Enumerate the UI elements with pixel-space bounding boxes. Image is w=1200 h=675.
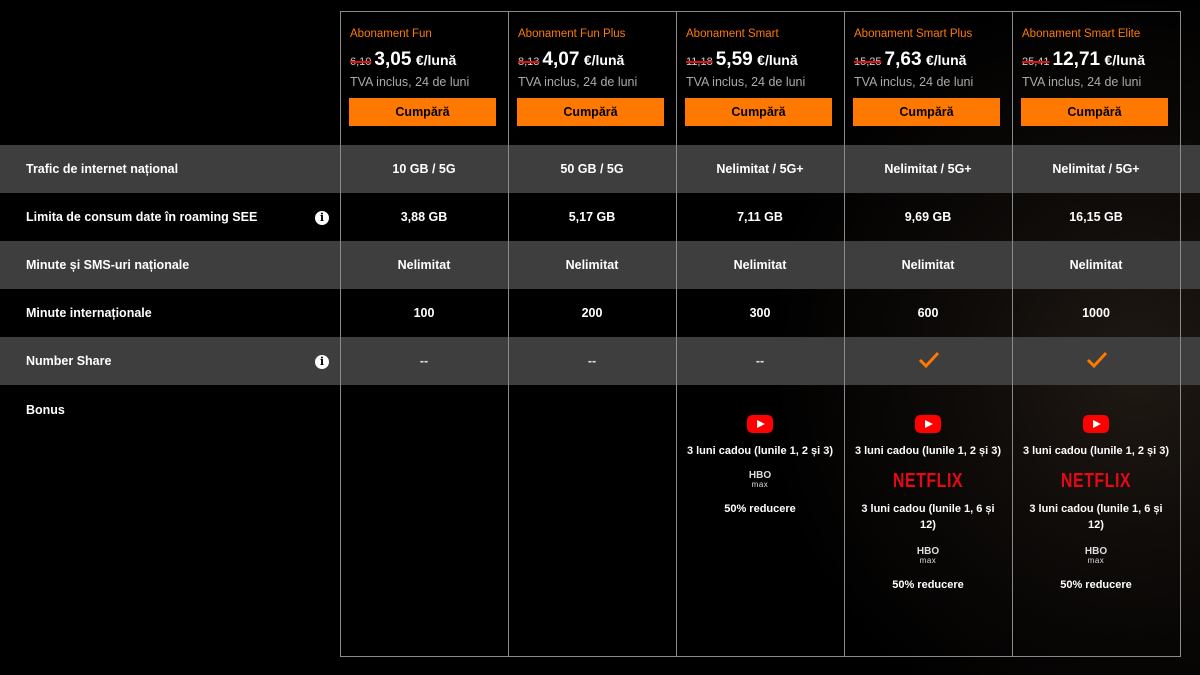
old-price: 15,25 <box>854 56 882 68</box>
table-cell: 100 <box>413 306 435 320</box>
plan-header: Abonament Smart Plus 15,25 7,63 €/lună TV… <box>844 11 1012 145</box>
old-price: 8,13 <box>518 56 540 68</box>
price-unit: €/lună <box>757 52 798 68</box>
bonus-cell-smart: 3 luni cadou (lunile 1, 2 și 3) HBO max 5… <box>676 415 844 517</box>
price: 15,25 7,63 €/lună <box>854 49 966 71</box>
youtube-icon <box>915 415 941 433</box>
youtube-bonus-text: 3 luni cadou (lunile 1, 2 și 3) <box>686 445 834 457</box>
netflix-logo: NETFLIX <box>1012 470 1180 493</box>
plan-name: Abonament Fun <box>350 28 432 40</box>
hbo-logo-sub: max <box>919 556 937 565</box>
netflix-logo-text: NETFLIX <box>892 470 964 492</box>
buy-button[interactable]: Cumpără <box>853 98 1000 126</box>
price-unit: €/lună <box>925 52 967 68</box>
price: 25,41 12,71 €/lună <box>1022 49 1145 71</box>
hbo-max-logo: HBO max <box>676 471 844 492</box>
hbo-max-logo: HBO max <box>844 547 1012 568</box>
youtube-bonus-text: 3 luni cadou (lunile 1, 2 și 3) <box>854 445 1002 457</box>
check-icon <box>1086 351 1108 369</box>
current-price: 3,05 <box>374 49 412 70</box>
table-cell: 9,69 GB <box>904 210 952 224</box>
plan-name: Abonament Smart Plus <box>854 28 973 40</box>
youtube-icon <box>747 415 773 433</box>
price: 11,18 5,59 €/lună <box>686 49 798 71</box>
table-cell: 1000 <box>1082 306 1110 320</box>
current-price: 12,71 <box>1052 49 1101 70</box>
table-cell: Nelimitat / 5G+ <box>884 162 972 176</box>
hbo-bonus-text: 50% reducere <box>892 579 964 591</box>
plan-header: Abonament Smart 11,18 5,59 €/lună TVA inc… <box>676 11 844 145</box>
table-cell: 50 GB / 5G <box>560 162 624 176</box>
price: 8,13 4,07 €/lună <box>518 49 624 71</box>
table-cell: Nelimitat <box>565 258 619 272</box>
netflix-bonus-text: 3 luni cadou (lunile 1, 6 și 12) <box>1029 503 1163 531</box>
hbo-bonus-text: 50% reducere <box>724 503 796 515</box>
plan-name: Abonament Smart <box>686 28 779 40</box>
youtube-bonus-text: 3 luni cadou (lunile 1, 2 și 3) <box>1022 445 1170 457</box>
current-price: 7,63 <box>884 49 922 70</box>
buy-button[interactable]: Cumpără <box>685 98 832 126</box>
table-cell: Nelimitat <box>397 258 451 272</box>
price: 6,10 3,05 €/lună <box>350 49 456 71</box>
table-cell: Nelimitat <box>1069 258 1123 272</box>
bonus-cell-smart-elite: 3 luni cadou (lunile 1, 2 și 3) NETFLIX … <box>1012 415 1180 593</box>
tva-note: TVA inclus, 24 de luni <box>686 75 806 89</box>
old-price: 25,41 <box>1022 56 1050 68</box>
row-values: -- -- -- <box>0 337 1200 385</box>
row-values: 10 GB / 5G 50 GB / 5G Nelimitat / 5G+ Ne… <box>0 145 1200 193</box>
table-cell: 200 <box>581 306 603 320</box>
tva-note: TVA inclus, 24 de luni <box>518 75 638 89</box>
check-icon <box>918 351 940 369</box>
table-cell: -- <box>755 354 765 368</box>
tva-note: TVA inclus, 24 de luni <box>1022 75 1142 89</box>
current-price: 5,59 <box>715 49 753 70</box>
table-cell: Nelimitat / 5G+ <box>716 162 804 176</box>
buy-button[interactable]: Cumpără <box>349 98 496 126</box>
hbo-logo-sub: max <box>751 480 769 489</box>
buy-button[interactable]: Cumpără <box>1021 98 1168 126</box>
old-price: 6,10 <box>350 56 372 68</box>
bonus-cell-smart-plus: 3 luni cadou (lunile 1, 2 și 3) NETFLIX … <box>844 415 1012 593</box>
price-unit: €/lună <box>583 52 625 68</box>
hbo-bonus-text: 50% reducere <box>1060 579 1132 591</box>
table-cell: 3,88 GB <box>400 210 448 224</box>
hbo-max-logo: HBO max <box>1012 547 1180 568</box>
netflix-logo-text: NETFLIX <box>1060 470 1132 492</box>
price-unit: €/lună <box>1104 52 1145 68</box>
tva-note: TVA inclus, 24 de luni <box>854 75 974 89</box>
plan-name: Abonament Smart Elite <box>1022 28 1141 40</box>
plan-header: Abonament Fun Plus 8,13 4,07 €/lună TVA i… <box>508 11 676 145</box>
table-cell: 16,15 GB <box>1069 210 1123 224</box>
netflix-logo: NETFLIX <box>844 470 1012 493</box>
plan-header: Abonament Fun 6,10 3,05 €/lună TVA inclus… <box>340 11 508 145</box>
tva-note: TVA inclus, 24 de luni <box>350 75 470 89</box>
table-cell: -- <box>419 354 429 368</box>
price-unit: €/lună <box>415 52 457 68</box>
table-cell: 10 GB / 5G <box>392 162 456 176</box>
youtube-icon <box>1083 415 1109 433</box>
table-cell: Nelimitat <box>901 258 955 272</box>
table-cell: Nelimitat <box>733 258 787 272</box>
table-cell: -- <box>587 354 597 368</box>
row-values: 3,88 GB 5,17 GB 7,11 GB 9,69 GB 16,15 GB <box>0 193 1200 241</box>
table-cell: 300 <box>749 306 771 320</box>
table-cell: Nelimitat / 5G+ <box>1052 162 1140 176</box>
netflix-bonus-text: 3 luni cadou (lunile 1, 6 și 12) <box>861 503 995 531</box>
current-price: 4,07 <box>542 49 580 70</box>
old-price: 11,18 <box>686 56 713 68</box>
plan-name: Abonament Fun Plus <box>518 28 626 40</box>
table-cell: 5,17 GB <box>568 210 616 224</box>
hbo-logo-sub: max <box>1087 556 1105 565</box>
row-values: 100 200 300 600 1000 <box>0 289 1200 337</box>
table-cell: 7,11 GB <box>737 210 783 224</box>
table-cell: 600 <box>917 306 939 320</box>
plan-header: Abonament Smart Elite 25,41 12,71 €/lună … <box>1012 11 1180 145</box>
bonus-label: Bonus <box>26 403 65 417</box>
buy-button[interactable]: Cumpără <box>517 98 664 126</box>
row-values: Nelimitat Nelimitat Nelimitat Nelimitat … <box>0 241 1200 289</box>
